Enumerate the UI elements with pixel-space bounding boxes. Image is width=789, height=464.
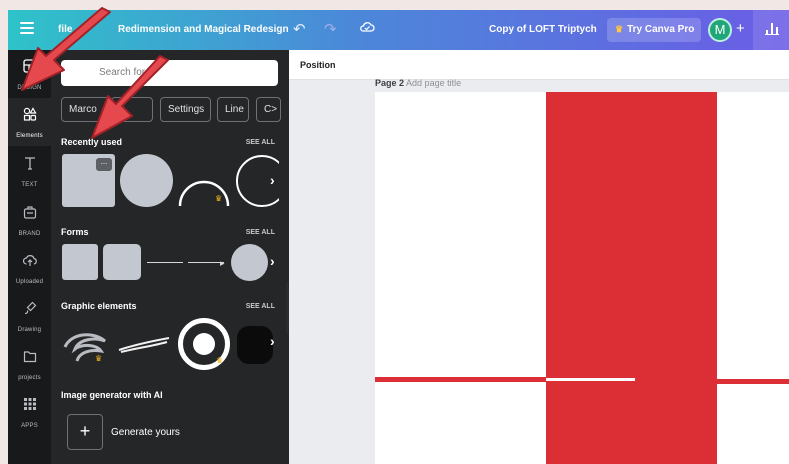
form-rounded-tile[interactable] bbox=[103, 244, 141, 280]
form-arrow-tile[interactable] bbox=[188, 262, 224, 263]
rail-item-text[interactable]: TEXT bbox=[8, 147, 51, 195]
briefcase-icon bbox=[23, 206, 36, 219]
generate-label[interactable]: Generate yours bbox=[111, 427, 180, 438]
rail-item-brand[interactable]: BRAND bbox=[8, 196, 51, 244]
form-circle-tile[interactable] bbox=[231, 244, 268, 281]
share-chart-icon bbox=[765, 23, 779, 35]
form-square-tile[interactable] bbox=[62, 244, 98, 280]
section-title-graphics: Graphic elements bbox=[61, 301, 137, 311]
generate-plus-button[interactable]: + bbox=[67, 414, 103, 450]
rail-label: BRAND bbox=[18, 231, 41, 237]
rail-label: TEXT bbox=[21, 182, 38, 188]
graphic-brush-tile[interactable] bbox=[117, 336, 171, 356]
page-title-placeholder[interactable]: Add page title bbox=[406, 78, 461, 88]
rail-label: Drawing bbox=[17, 327, 42, 333]
pen-icon bbox=[24, 301, 36, 315]
plus-icon[interactable]: + bbox=[736, 20, 745, 37]
recent-circle-tile[interactable] bbox=[120, 154, 173, 207]
see-all-graphics[interactable]: SEE ALL bbox=[246, 303, 275, 310]
chevron-right-icon[interactable]: › bbox=[270, 172, 275, 188]
chevron-right-icon[interactable]: › bbox=[270, 253, 275, 269]
graphic-blob-tile[interactable] bbox=[237, 326, 273, 364]
annotation-arrow-elements bbox=[91, 55, 169, 139]
recent-arc-tile[interactable] bbox=[177, 162, 231, 208]
see-all-recent[interactable]: SEE ALL bbox=[246, 139, 275, 146]
red-line-right[interactable] bbox=[717, 379, 789, 384]
chevron-right-icon[interactable]: › bbox=[270, 333, 275, 349]
try-pro-button[interactable]: ♛ Try Canva Pro bbox=[607, 18, 701, 42]
shapes-icon bbox=[23, 107, 37, 121]
editor-area: Position Page 2 Add page title bbox=[289, 50, 789, 464]
arrow-head-icon: ▸ bbox=[220, 258, 225, 268]
crown-icon: ♛ bbox=[95, 354, 103, 363]
rail-item-elements[interactable]: Elements bbox=[8, 98, 51, 146]
rail-item-projects[interactable]: projects bbox=[8, 340, 51, 388]
avatar[interactable]: M bbox=[708, 18, 732, 42]
text-icon bbox=[24, 157, 35, 170]
crown-icon: ♛ bbox=[215, 194, 223, 203]
top-bar: file Redimension and Magical Redesign ↶ … bbox=[8, 10, 789, 50]
page-label: Page 2 bbox=[375, 78, 405, 88]
rail-label: projects bbox=[18, 375, 41, 381]
rail-label: Uploaded bbox=[15, 279, 44, 285]
graphic-swirl-tile[interactable] bbox=[61, 327, 113, 363]
undo-icon[interactable]: ↶ bbox=[293, 20, 306, 38]
crown-icon: ♛ bbox=[216, 356, 224, 365]
share-button[interactable] bbox=[753, 10, 789, 50]
rail-item-apps[interactable]: APPS bbox=[8, 388, 51, 436]
white-line-center[interactable] bbox=[546, 378, 635, 381]
see-all-forms[interactable]: SEE ALL bbox=[246, 229, 275, 236]
try-pro-label: Try Canva Pro bbox=[627, 24, 695, 35]
design-page[interactable] bbox=[375, 92, 789, 464]
document-title[interactable]: Copy of LOFT Triptych bbox=[489, 24, 597, 35]
more-icon[interactable]: ... bbox=[96, 158, 112, 171]
page-heading[interactable]: Page 2 Add page title bbox=[375, 78, 461, 88]
section-title-forms: Forms bbox=[61, 227, 89, 237]
folder-icon bbox=[23, 351, 36, 363]
apps-grid-icon bbox=[23, 398, 36, 410]
resize-menu[interactable]: Redimension and Magical Redesign bbox=[118, 24, 289, 35]
rail-item-uploads[interactable]: Uploaded bbox=[8, 244, 51, 292]
crown-icon: ♛ bbox=[615, 24, 624, 34]
recent-square-tile[interactable]: ... bbox=[62, 154, 115, 207]
cloud-icon[interactable] bbox=[359, 20, 375, 38]
rail-label: APPS bbox=[21, 423, 38, 429]
red-line-left[interactable] bbox=[375, 377, 546, 382]
redo-icon[interactable]: ↷ bbox=[324, 20, 337, 38]
position-button[interactable]: Position bbox=[300, 60, 336, 70]
chip-next[interactable]: C> bbox=[256, 97, 281, 122]
context-toolbar: Position bbox=[289, 50, 789, 80]
rail-label: Elements bbox=[16, 133, 43, 139]
chip-line[interactable]: Line bbox=[217, 97, 249, 122]
upload-cloud-icon bbox=[22, 255, 37, 266]
section-title-ai: Image generator with AI bbox=[61, 390, 163, 400]
form-line-tile[interactable] bbox=[147, 262, 183, 263]
left-rail: DESIGN Elements TEXT BRAND Uploaded Draw… bbox=[8, 50, 51, 464]
rail-item-drawing[interactable]: Drawing bbox=[8, 292, 51, 340]
red-center-panel[interactable] bbox=[546, 92, 717, 464]
